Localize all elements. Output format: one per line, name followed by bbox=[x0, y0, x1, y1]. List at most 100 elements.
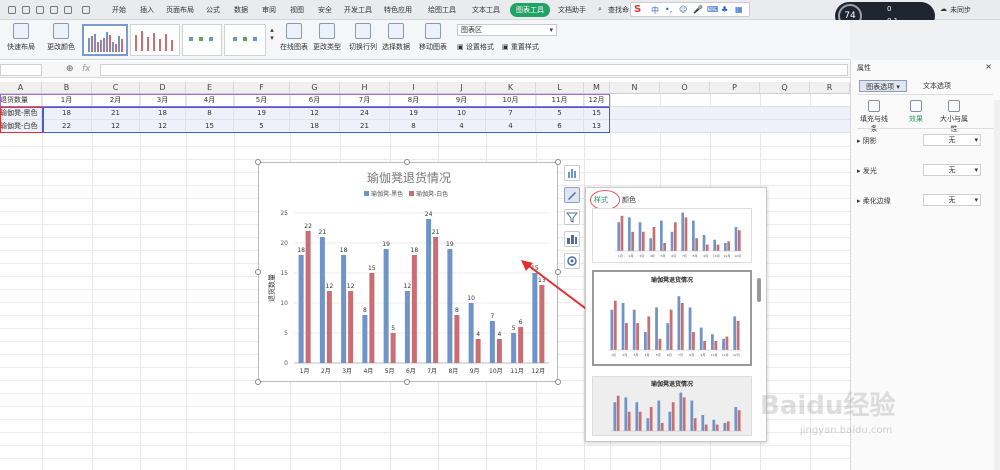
popup-scrollbar[interactable] bbox=[757, 278, 761, 302]
menu-formula[interactable]: 公式 bbox=[206, 5, 220, 15]
bar-black-11[interactable] bbox=[511, 333, 517, 363]
col-header-H[interactable]: H bbox=[340, 82, 390, 94]
name-box[interactable] bbox=[0, 64, 42, 76]
change-color-button[interactable]: 更改颜色 bbox=[42, 23, 80, 52]
menu-insert[interactable]: 插入 bbox=[140, 5, 154, 15]
chart-title[interactable]: 瑜伽凳退货情况 bbox=[367, 170, 451, 185]
col-header-M[interactable]: M bbox=[584, 82, 610, 94]
bar-black-8[interactable] bbox=[447, 249, 453, 363]
bar-black-7[interactable] bbox=[426, 219, 432, 363]
chart-legend[interactable]: 瑜伽凳-黑色 瑜伽凳-白色 bbox=[364, 190, 448, 198]
preview-icon[interactable] bbox=[36, 6, 44, 14]
bar-white-2[interactable] bbox=[326, 291, 332, 363]
bar-white-11[interactable] bbox=[518, 327, 524, 363]
bar-white-1[interactable] bbox=[305, 231, 311, 363]
col-header-F[interactable]: F bbox=[234, 82, 290, 94]
sync-status[interactable]: 未同步 bbox=[950, 5, 971, 15]
chart-style-thumb-1[interactable] bbox=[82, 24, 128, 56]
search-text[interactable]: 查找命 bbox=[608, 5, 629, 15]
resize-handle-t[interactable] bbox=[404, 159, 410, 165]
seg-effects[interactable]: 效果 bbox=[899, 100, 933, 124]
menu-page-layout[interactable]: 页面布局 bbox=[166, 5, 194, 15]
menu-special[interactable]: 特色应用 bbox=[384, 5, 412, 15]
bar-black-5[interactable] bbox=[383, 249, 389, 363]
glow-select[interactable]: 无 ▾ bbox=[923, 164, 981, 176]
resize-handle-tr[interactable] bbox=[555, 159, 561, 165]
y-axis-label[interactable]: 退货数量 bbox=[267, 274, 276, 302]
move-chart-button[interactable]: 移动图表 bbox=[418, 23, 448, 52]
fx-icon[interactable]: fx bbox=[82, 64, 91, 74]
search-icon[interactable]: ⌕ bbox=[598, 5, 602, 14]
soft-edge-select[interactable]: 无 ▾ bbox=[923, 194, 981, 206]
ime-keyboard-icon[interactable]: ⌨ bbox=[707, 5, 719, 14]
print-icon[interactable] bbox=[22, 6, 30, 14]
bar-black-9[interactable] bbox=[468, 303, 474, 363]
glow-row[interactable]: ▸ 发光 bbox=[857, 166, 877, 176]
chart-style-thumb-2[interactable] bbox=[130, 24, 180, 56]
pane-close-icon[interactable]: × bbox=[985, 62, 992, 71]
chart-style-thumb-4[interactable] bbox=[224, 24, 266, 56]
resize-handle-br[interactable] bbox=[555, 379, 561, 385]
save-icon[interactable] bbox=[8, 6, 16, 14]
zoom-icon[interactable]: ⊕ bbox=[66, 64, 74, 74]
redo-icon[interactable] bbox=[64, 6, 72, 14]
tab-text-options[interactable]: 文本选项 bbox=[913, 80, 961, 92]
menu-doc-assistant[interactable]: 文档助手 bbox=[558, 5, 586, 15]
col-header-P[interactable]: P bbox=[710, 82, 760, 94]
resize-handle-tl[interactable] bbox=[255, 159, 261, 165]
style-option-3[interactable]: 瑜伽凳退货情况 bbox=[592, 376, 752, 436]
ime-tools-icon[interactable]: ▦ bbox=[735, 5, 743, 14]
menu-view[interactable]: 视图 bbox=[290, 5, 304, 15]
col-header-O[interactable]: O bbox=[660, 82, 710, 94]
col-header-C[interactable]: C bbox=[92, 82, 140, 94]
col-header-E[interactable]: E bbox=[186, 82, 234, 94]
bar-black-2[interactable] bbox=[319, 237, 325, 363]
formula-input[interactable] bbox=[100, 64, 848, 76]
bar-black-3[interactable] bbox=[341, 255, 347, 363]
menu-text-tools[interactable]: 文本工具 bbox=[472, 5, 500, 15]
bar-white-8[interactable] bbox=[454, 315, 460, 363]
menu-chart-tools[interactable]: 图表工具 bbox=[510, 3, 550, 17]
ime-mode-icon[interactable]: 中 bbox=[651, 5, 659, 16]
style-option-1[interactable]: 1月 2月 3月 4月 5月 6月 7月 8月 9月 10月 11月 12月 bbox=[592, 208, 752, 263]
soft-edge-row[interactable]: ▸ 柔化边缘 bbox=[857, 196, 891, 206]
menu-draw-tools[interactable]: 绘图工具 bbox=[428, 5, 456, 15]
bar-white-3[interactable] bbox=[348, 291, 354, 363]
set-format-button[interactable]: ▣ 设置格式 bbox=[457, 42, 494, 52]
col-header-I[interactable]: I bbox=[390, 82, 438, 94]
style-option-2[interactable]: 瑜伽凳退货情况 1月 2月 3月 4月 5月 6月 7月 8月 9月 10月 11月 12月 bbox=[592, 270, 752, 366]
qa-more-icon[interactable] bbox=[82, 6, 90, 14]
ime-emoji-icon[interactable]: ☺ bbox=[679, 5, 687, 14]
shadow-row[interactable]: ▸ 阴影 bbox=[857, 136, 877, 146]
ime-skin-icon[interactable]: ♣ bbox=[721, 5, 728, 14]
col-header-R[interactable]: R bbox=[810, 82, 850, 94]
menu-dev-tools[interactable]: 开发工具 bbox=[344, 5, 372, 15]
bar-white-6[interactable] bbox=[411, 255, 417, 363]
resize-handle-l[interactable] bbox=[255, 269, 261, 275]
menu-security[interactable]: 安全 bbox=[318, 5, 332, 15]
col-header-N[interactable]: N bbox=[610, 82, 660, 94]
quick-layout-icon[interactable] bbox=[564, 231, 580, 247]
popup-tab-color[interactable]: 颜色 bbox=[622, 195, 636, 205]
change-type-button[interactable]: 更改类型 bbox=[312, 23, 342, 52]
bar-black-10[interactable] bbox=[489, 321, 495, 363]
bar-black-6[interactable] bbox=[404, 291, 410, 363]
online-chart-button[interactable]: 在线图表 bbox=[278, 23, 310, 52]
ime-punct-icon[interactable]: •, bbox=[665, 5, 672, 14]
bar-white-9[interactable] bbox=[475, 339, 481, 363]
chart-style-brush-icon[interactable] bbox=[564, 187, 580, 203]
ime-voice-icon[interactable]: 🎤 bbox=[693, 5, 703, 14]
bar-white-4[interactable] bbox=[369, 273, 375, 363]
col-header-Q[interactable]: Q bbox=[760, 82, 810, 94]
bar-white-7[interactable] bbox=[433, 237, 439, 363]
col-header-J[interactable]: J bbox=[438, 82, 486, 94]
col-header-G[interactable]: G bbox=[290, 82, 340, 94]
col-header-L[interactable]: L bbox=[536, 82, 584, 94]
switch-rowcol-button[interactable]: 切换行列 bbox=[348, 23, 378, 52]
chart-element-select[interactable]: 图表区 ▾ bbox=[457, 24, 557, 36]
resize-handle-b[interactable] bbox=[404, 379, 410, 385]
shadow-select[interactable]: 无 ▾ bbox=[923, 134, 981, 146]
chart-elements-icon[interactable] bbox=[564, 165, 580, 181]
chart-container[interactable]: 瑜伽凳退货情况 瑜伽凳-黑色 瑜伽凳-白色 0 5 10 15 20 25 1月 2月 3月 4月 5… bbox=[258, 162, 558, 382]
col-header-D[interactable]: D bbox=[140, 82, 186, 94]
